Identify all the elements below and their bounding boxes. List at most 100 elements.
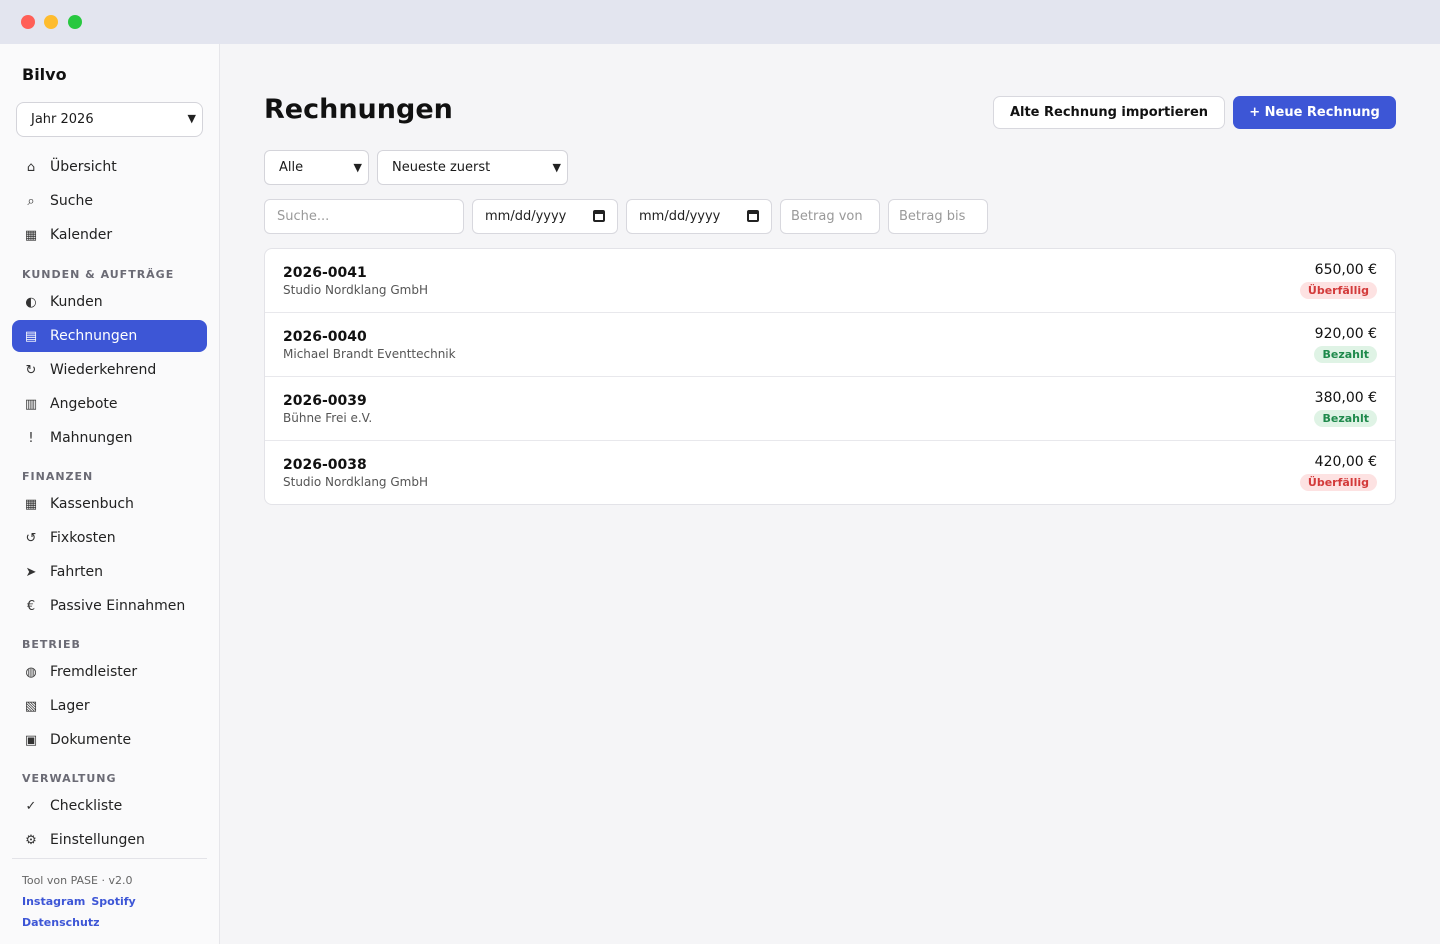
instagram-link[interactable]: Instagram [22, 895, 85, 908]
sidebar-item-rechnungen[interactable]: ▤ Rechnungen [12, 320, 207, 352]
search-input[interactable]: Suche... [264, 199, 464, 234]
close-window-button[interactable] [21, 15, 35, 29]
invoice-amount: 650,00 € [1314, 262, 1377, 278]
section-label-verwaltung: VERWALTUNG [22, 772, 117, 785]
sidebar-item-fixkosten[interactable]: ↺ Fixkosten [12, 522, 207, 554]
invoice-row[interactable]: 2026-0038 Studio Nordklang GmbH 420,00 € Üb… [265, 441, 1395, 504]
invoice-client: Studio Nordklang GmbH [283, 283, 428, 297]
date-to-value: mm/dd/yyyy [639, 209, 721, 224]
sort-value: Neueste zuerst [392, 160, 491, 175]
chevron-down-icon: ▼ [353, 161, 362, 174]
sidebar-item-wiederkehrend[interactable]: ↻ Wiederkehrend [12, 354, 207, 386]
invoice-number: 2026-0040 [283, 329, 367, 345]
euro-icon: € [26, 598, 36, 614]
sidebar-item-label: Mahnungen [50, 430, 133, 446]
spotify-link[interactable]: Spotify [91, 895, 135, 908]
search-placeholder: Suche... [277, 209, 330, 224]
chevron-down-icon: ▼ [187, 112, 196, 125]
import-invoice-button[interactable]: Alte Rechnung importieren [993, 96, 1225, 129]
invoice-number: 2026-0039 [283, 393, 367, 409]
status-filter-select[interactable]: Alle ▼ [264, 150, 369, 185]
maximize-window-button[interactable] [68, 15, 82, 29]
window-titlebar [0, 0, 1440, 44]
sidebar-item-passive-einnahmen[interactable]: € Passive Einnahmen [12, 590, 207, 622]
sidebar-item-kassenbuch[interactable]: ▦ Kassenbuch [12, 488, 207, 520]
status-filter-value: Alle [279, 160, 304, 175]
date-to-input[interactable]: mm/dd/yyyy [626, 199, 772, 234]
calendar-icon: ▦ [24, 227, 38, 243]
invoice-client: Studio Nordklang GmbH [283, 475, 428, 489]
calendar-icon[interactable] [747, 210, 759, 222]
sidebar-item-lager[interactable]: ▧ Lager [12, 690, 207, 722]
amount-from-input[interactable]: Betrag von [780, 199, 880, 234]
documents-icon: ▣ [24, 732, 38, 748]
invoice-row[interactable]: 2026-0040 Michael Brandt Eventtechnik 920,… [265, 313, 1395, 377]
sidebar: Bilvo Jahr 2026 ▼ ⌂ Übersicht ⌕ Suche ▦ Kalen… [0, 44, 220, 944]
invoice-amount: 420,00 € [1314, 454, 1377, 470]
offers-icon: ▥ [24, 396, 38, 412]
warning-icon: ! [28, 430, 34, 446]
sidebar-item-label: Übersicht [50, 159, 117, 175]
year-select[interactable]: Jahr 2026 ▼ [16, 102, 203, 137]
section-label-kunden: KUNDEN & AUFTRÄGE [22, 268, 175, 281]
invoice-icon: ▤ [24, 328, 38, 344]
status-badge: Überfällig [1299, 474, 1377, 491]
invoice-list: 2026-0041 Studio Nordklang GmbH 650,00 € Üb… [264, 248, 1396, 505]
sidebar-item-einstellungen[interactable]: ⚙ Einstellungen [12, 824, 207, 856]
invoice-row[interactable]: 2026-0039 Bühne Frei e.V. 380,00 € Bezahlt [265, 377, 1395, 441]
fixed-costs-icon: ↺ [25, 530, 37, 546]
invoice-number: 2026-0041 [283, 265, 367, 281]
sidebar-footer: Tool von PASE · v2.0 Instagram Spotify Da… [12, 858, 207, 932]
sidebar-item-fremdleister[interactable]: ◍ Fremdleister [12, 656, 207, 688]
amount-to-input[interactable]: Betrag bis [888, 199, 988, 234]
recurring-icon: ↻ [25, 362, 37, 378]
sidebar-item-label: Einstellungen [50, 832, 145, 848]
calendar-icon[interactable] [593, 210, 605, 222]
footer-version: Tool von PASE · v2.0 [22, 874, 133, 887]
app-name: Bilvo [22, 65, 67, 84]
sidebar-item-label: Checkliste [50, 798, 123, 814]
sort-select[interactable]: Neueste zuerst ▼ [377, 150, 568, 185]
status-badge: Bezahlt [1314, 346, 1377, 363]
invoice-number: 2026-0038 [283, 457, 367, 473]
privacy-link[interactable]: Datenschutz [22, 916, 100, 929]
section-label-betrieb: BETRIEB [22, 638, 81, 651]
section-label-finanzen: FINANZEN [22, 470, 94, 483]
trips-icon: ➤ [25, 564, 37, 580]
date-from-value: mm/dd/yyyy [485, 209, 567, 224]
new-invoice-button[interactable]: + Neue Rechnung [1233, 96, 1396, 129]
date-from-input[interactable]: mm/dd/yyyy [472, 199, 618, 234]
sidebar-item-dokumente[interactable]: ▣ Dokumente [12, 724, 207, 756]
sidebar-item-label: Kassenbuch [50, 496, 134, 512]
contractors-icon: ◍ [25, 664, 37, 680]
status-badge: Bezahlt [1314, 410, 1377, 427]
customers-icon: ◐ [25, 294, 37, 310]
invoice-row[interactable]: 2026-0041 Studio Nordklang GmbH 650,00 € Üb… [265, 249, 1395, 313]
year-select-value: Jahr 2026 [31, 112, 94, 127]
sidebar-item-checkliste[interactable]: ✓ Checkliste [12, 790, 207, 822]
invoice-client: Bühne Frei e.V. [283, 411, 373, 425]
search-icon: ⌕ [27, 193, 35, 209]
home-icon: ⌂ [26, 159, 36, 175]
sidebar-item-angebote[interactable]: ▥ Angebote [12, 388, 207, 420]
sidebar-item-kalender[interactable]: ▦ Kalender [12, 219, 207, 251]
sidebar-item-label: Angebote [50, 396, 118, 412]
minimize-window-button[interactable] [44, 15, 58, 29]
page-title: Rechnungen [264, 94, 453, 125]
storage-icon: ▧ [24, 698, 38, 714]
sidebar-item-suche[interactable]: ⌕ Suche [12, 185, 207, 217]
sidebar-item-kunden[interactable]: ◐ Kunden [12, 286, 207, 318]
sidebar-item-label: Lager [50, 698, 90, 714]
sidebar-item-label: Fixkosten [50, 530, 116, 546]
sidebar-item-label: Kalender [50, 227, 113, 243]
sidebar-item-label: Dokumente [50, 732, 132, 748]
gear-icon: ⚙ [25, 832, 37, 848]
sidebar-item-label: Fahrten [50, 564, 103, 580]
sidebar-item-übersicht[interactable]: ⌂ Übersicht [12, 151, 207, 183]
sidebar-item-label: Wiederkehrend [50, 362, 157, 378]
sidebar-item-fahrten[interactable]: ➤ Fahrten [12, 556, 207, 588]
amount-to-placeholder: Betrag bis [899, 209, 966, 224]
sidebar-item-mahnungen[interactable]: ! Mahnungen [12, 422, 207, 454]
sidebar-item-label: Rechnungen [50, 328, 138, 344]
invoice-client: Michael Brandt Eventtechnik [283, 347, 456, 361]
